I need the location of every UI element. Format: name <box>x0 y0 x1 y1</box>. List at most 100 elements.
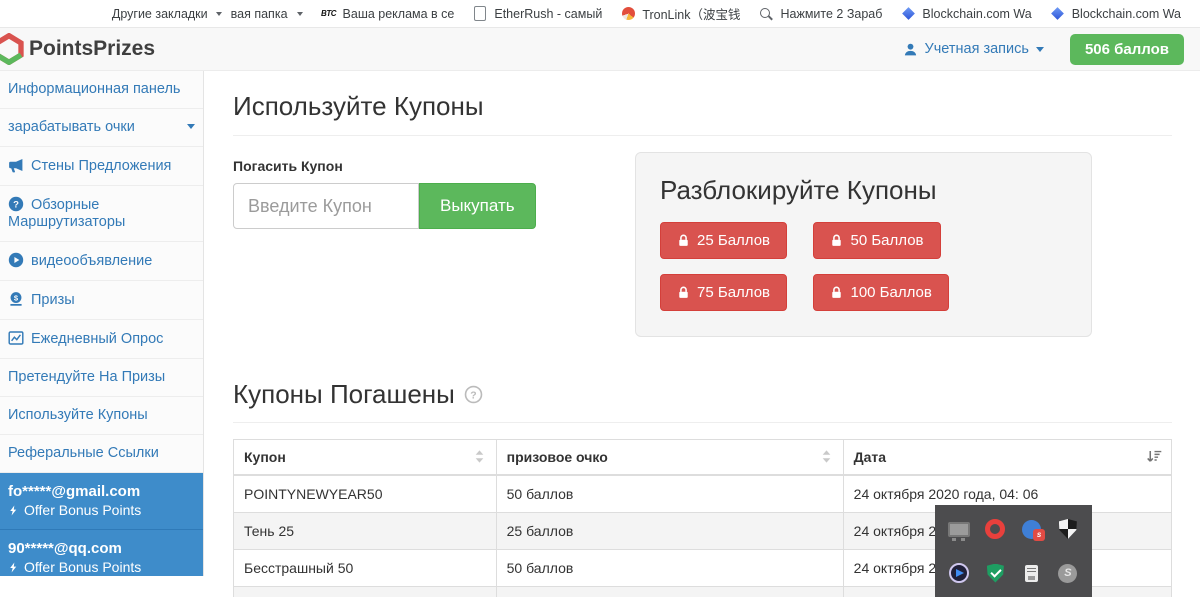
sort-desc-icon[interactable] <box>1146 448 1163 465</box>
promo-text: Offer Bonus Points <box>24 558 141 576</box>
pointsprizes-logo[interactable]: PointsPrizes <box>0 33 155 65</box>
bonus-points-promo[interactable]: 90*****@qq.com Offer Bonus Points <box>0 530 203 576</box>
site-header: PointsPrizes Учетная запись 506 баллов <box>0 28 1200 71</box>
redeem-coupon-label: Погасить Купон <box>233 158 635 174</box>
brand-name: PointsPrizes <box>29 37 155 61</box>
defender-shield-tray-icon[interactable] <box>1059 519 1077 539</box>
bookmark-item[interactable]: Blockchain.com Wa <box>891 0 1040 27</box>
sidebar-item-label: Ежедневный Опрос <box>31 331 163 347</box>
table-header[interactable]: призовое очко <box>496 440 843 476</box>
column-label: призовое очко <box>507 449 608 465</box>
bookmark-label: TronLink（波宝钱 <box>642 4 740 23</box>
bonus-points-promo[interactable]: fo*****@gmail.com Offer Bonus Points <box>0 473 203 530</box>
sort-icon[interactable] <box>471 448 488 465</box>
sidebar-item[interactable]: Обзорные Маршрутизаторы <box>0 186 203 242</box>
column-label: Дата <box>854 449 886 465</box>
account-menu[interactable]: Учетная запись <box>903 41 1044 57</box>
bookmark-item[interactable]: вая папка <box>222 0 312 27</box>
lock-icon <box>677 286 690 299</box>
unlock-button-label: 100 Баллов <box>850 284 931 301</box>
bolt-icon <box>8 561 19 574</box>
unlock-coupons-panel: Разблокируйте Купоны 25 Баллов 50 Баллов <box>635 152 1092 337</box>
search-icon <box>758 6 774 22</box>
sidebar-item[interactable]: Призы <box>0 281 203 320</box>
user-icon <box>903 42 918 57</box>
monitor-tray-icon[interactable] <box>948 522 970 537</box>
sidebar-item-label: Обзорные Маршрутизаторы <box>8 197 125 230</box>
sidebar-item[interactable]: Стены Предложения <box>0 147 203 186</box>
bookmark-item[interactable]: TronLink（波宝钱 <box>611 0 749 27</box>
chevron-down-icon <box>297 12 303 16</box>
bookmark-label: вая папка <box>231 7 288 21</box>
points-badge[interactable]: 506 баллов <box>1070 34 1184 65</box>
coin-icon <box>8 291 24 307</box>
app-s-tray-icon[interactable]: s <box>1022 520 1041 539</box>
play-circle-icon <box>8 252 24 268</box>
lock-icon <box>830 286 843 299</box>
bullhorn-icon <box>8 157 24 173</box>
sidebar-item[interactable]: Информационная панель <box>0 71 203 109</box>
coupon-cell: Бесстрашный 50 <box>234 550 497 587</box>
sidebar-item[interactable]: зарабатывать очки <box>0 109 203 147</box>
sidebar-item-label: Используйте Купоны <box>8 407 148 423</box>
other-bookmarks-label: Другие закладки <box>112 7 208 21</box>
sidebar-item-label: зарабатывать очки <box>8 119 135 135</box>
bookmark-item[interactable]: Blockchain.com Wa <box>1041 0 1190 27</box>
promo-text: Offer Bonus Points <box>24 501 141 520</box>
table-header[interactable]: Купон <box>234 440 497 476</box>
lock-icon <box>677 234 690 247</box>
unlock-panel-title: Разблокируйте Купоны <box>660 175 1067 206</box>
other-bookmarks-button[interactable]: Другие закладки <box>112 7 222 21</box>
history-title: Купоны Погашены <box>233 379 455 410</box>
main-content: Используйте Купоны Погасить Купон Выкупа… <box>204 71 1200 576</box>
sidebar-item-label: видеообъявление <box>31 253 152 269</box>
bookmark-item[interactable]: EtherRush - самый <box>463 0 611 27</box>
page-title: Используйте Купоны <box>233 91 1172 122</box>
unlock-coupon-button[interactable]: 100 Баллов <box>813 274 948 311</box>
divider <box>233 135 1172 136</box>
table-header[interactable]: Дата <box>843 440 1171 476</box>
unlock-button-label: 75 Баллов <box>697 284 770 301</box>
antivirus-shield-tray-icon[interactable] <box>987 564 1004 583</box>
bookmark-label: EtherRush - самый <box>494 7 602 21</box>
bookmark-item[interactable]: BTC Ваша реклама в се <box>312 0 464 27</box>
divider <box>233 422 1172 423</box>
bookmark-label: Нажмите 2 Зараб <box>780 7 882 21</box>
bolt-icon <box>8 504 19 517</box>
bookmark-label: Blockchain.com Wa <box>1072 7 1181 21</box>
sidebar-item-label: Реферальные Ссылки <box>8 445 159 461</box>
blockchain-icon <box>1050 6 1066 22</box>
redeem-button[interactable]: Выкупать <box>419 183 536 229</box>
lock-icon <box>830 234 843 247</box>
promo-email: 90*****@qq.com <box>8 539 195 558</box>
skype-tray-icon[interactable]: S <box>1058 564 1077 583</box>
blockchain-icon <box>900 6 916 22</box>
chart-icon <box>8 330 24 346</box>
sort-icon[interactable] <box>818 448 835 465</box>
sidebar-item-label: Стены Предложения <box>31 158 171 174</box>
sidebar-item-label: Призы <box>31 292 75 308</box>
coupon-cell <box>234 587 497 597</box>
unlock-coupon-button[interactable]: 25 Баллов <box>660 222 787 259</box>
bookmark-label: Blockchain.com Wa <box>922 7 1031 21</box>
unlock-coupon-button[interactable]: 75 Баллов <box>660 274 787 311</box>
media-player-tray-icon[interactable] <box>949 563 969 583</box>
sidebar-item[interactable]: Используйте Купоны <box>0 397 203 435</box>
sidebar-item[interactable]: Ежедневный Опрос <box>0 320 203 359</box>
opera-tray-icon[interactable] <box>985 519 1005 539</box>
bookmark-item[interactable]: Нажмите 2 Зараб <box>749 0 891 27</box>
question-circle-icon <box>8 196 24 212</box>
page-icon <box>472 6 488 22</box>
coupon-input[interactable] <box>233 183 419 229</box>
sidebar-item[interactable]: видеообъявление <box>0 242 203 281</box>
btc-icon: BTC <box>321 6 337 22</box>
sidebar-item[interactable]: Претендуйте На Призы <box>0 359 203 397</box>
chevron-down-icon <box>1036 47 1044 52</box>
points-cell <box>496 587 843 597</box>
unlock-coupon-button[interactable]: 50 Баллов <box>813 222 940 259</box>
sidebar-item[interactable]: Реферальные Ссылки <box>0 435 203 473</box>
sidebar: Информационная панель зарабатывать очки … <box>0 71 204 576</box>
help-icon[interactable] <box>464 385 483 404</box>
radio-device-tray-icon[interactable] <box>1025 565 1038 582</box>
logo-icon <box>0 33 25 65</box>
